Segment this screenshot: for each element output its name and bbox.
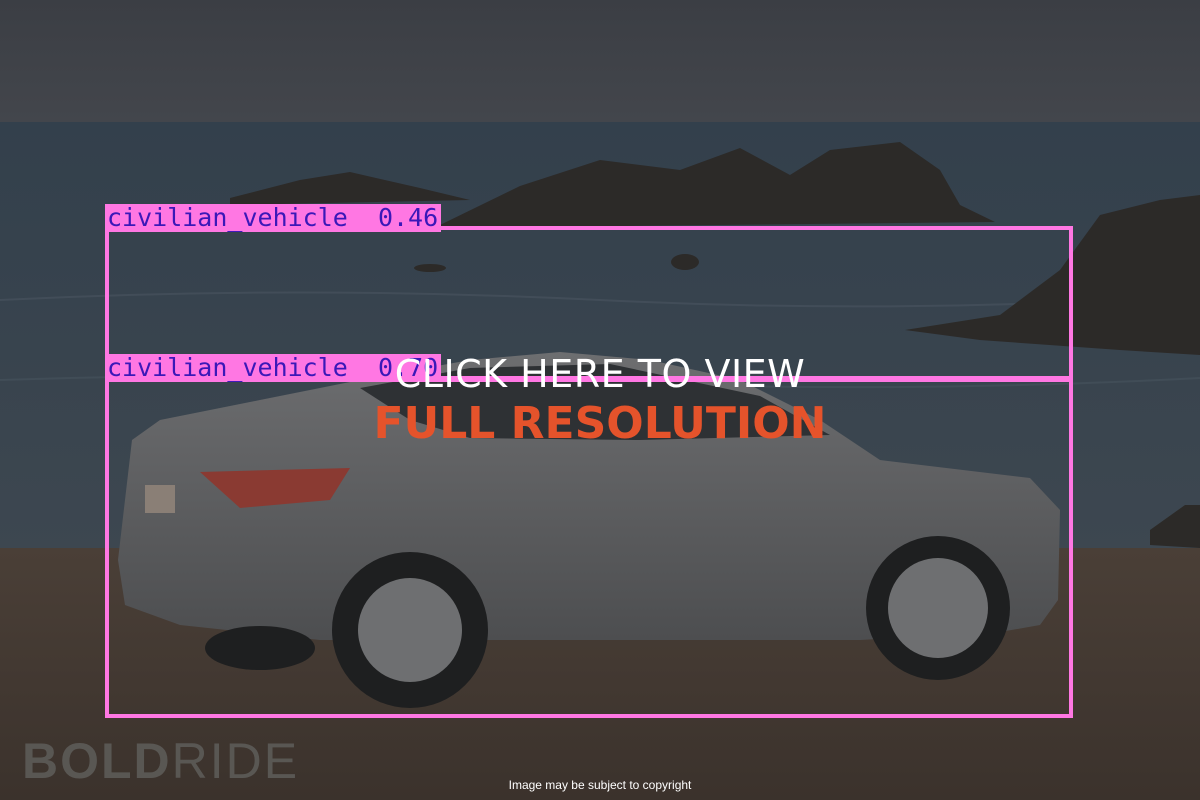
view-full-resolution-link[interactable]: CLICK HERE TO VIEW (300, 352, 900, 396)
detection-label-upper: civilian_vehicle 0.46 (105, 203, 442, 232)
detection-score: 0.46 (377, 203, 439, 232)
detection-class: civilian_vehicle (107, 203, 348, 232)
copyright-notice: Image may be subject to copyright (508, 778, 692, 792)
sky (0, 0, 1200, 122)
full-resolution-heading[interactable]: FULL RESOLUTION (300, 398, 900, 449)
